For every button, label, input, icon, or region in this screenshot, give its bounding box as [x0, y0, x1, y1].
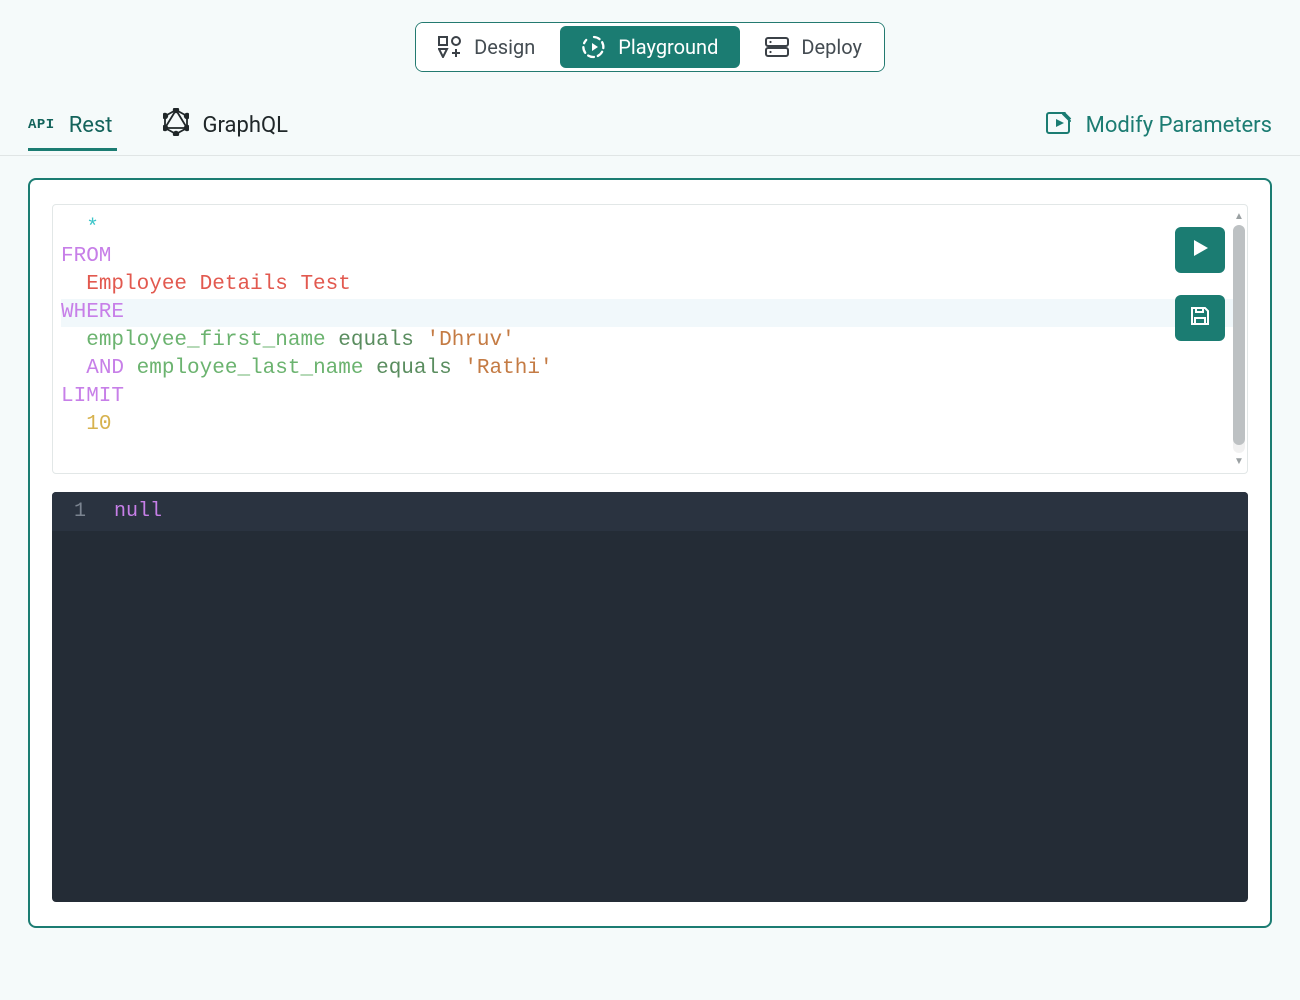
- token-from: FROM: [61, 245, 111, 268]
- tab-playground[interactable]: Playground: [560, 26, 740, 68]
- token-table: Employee Details Test: [86, 273, 351, 296]
- api-tabs: API Rest GraphQL: [28, 102, 288, 155]
- token-val2: 'Rathi': [464, 357, 552, 380]
- query-code: * FROM Employee Details Test WHERE emplo…: [57, 215, 1237, 439]
- scrollbar-thumb[interactable]: [1233, 225, 1245, 445]
- token-and: AND: [86, 357, 124, 380]
- token-op2: equals: [376, 357, 452, 380]
- output-panel: 1 null: [52, 492, 1248, 902]
- run-button[interactable]: [1175, 227, 1225, 273]
- mode-tabs: Design Playground Deploy: [0, 0, 1300, 102]
- modify-parameters-button[interactable]: Modify Parameters: [1046, 111, 1272, 147]
- edit-params-icon: [1046, 111, 1072, 141]
- play-icon: [1190, 238, 1210, 262]
- token-col2: employee_last_name: [137, 357, 364, 380]
- query-editor[interactable]: * FROM Employee Details Test WHERE emplo…: [52, 204, 1248, 474]
- tab-rest[interactable]: API Rest: [28, 107, 113, 151]
- token-limitval: 10: [86, 413, 111, 436]
- shapes-icon: [438, 36, 462, 58]
- tab-design-label: Design: [474, 35, 535, 59]
- playground-panel: * FROM Employee Details Test WHERE emplo…: [28, 178, 1272, 928]
- tab-graphql[interactable]: GraphQL: [163, 102, 288, 155]
- token-star: *: [86, 217, 99, 240]
- token-limit: LIMIT: [61, 385, 124, 408]
- output-line: 1 null: [52, 492, 1248, 531]
- token-col1: employee_first_name: [86, 329, 325, 352]
- api-tabs-row: API Rest GraphQL: [0, 102, 1300, 156]
- modify-parameters-label: Modify Parameters: [1086, 113, 1272, 138]
- tab-rest-label: Rest: [69, 113, 113, 138]
- editor-action-buttons: [1175, 227, 1225, 341]
- editor-scrollbar[interactable]: ▲ ▼: [1233, 211, 1245, 467]
- token-op1: equals: [338, 329, 414, 352]
- scroll-down-icon[interactable]: ▼: [1234, 456, 1244, 467]
- tab-playground-label: Playground: [618, 35, 718, 59]
- mode-tabs-group: Design Playground Deploy: [415, 22, 885, 72]
- token-where: WHERE: [61, 301, 124, 324]
- tab-deploy[interactable]: Deploy: [743, 23, 884, 71]
- output-value: null: [100, 500, 162, 523]
- tab-design[interactable]: Design: [416, 23, 557, 71]
- server-icon: [765, 36, 789, 58]
- query-editor-content[interactable]: * FROM Employee Details Test WHERE emplo…: [53, 205, 1247, 473]
- tab-deploy-label: Deploy: [801, 35, 862, 59]
- playground-panel-wrap: * FROM Employee Details Test WHERE emplo…: [0, 156, 1300, 950]
- save-button[interactable]: [1175, 295, 1225, 341]
- tab-graphql-label: GraphQL: [203, 113, 288, 138]
- output-line-number: 1: [52, 500, 100, 523]
- api-badge-icon: API: [28, 117, 55, 133]
- loading-play-icon: [582, 35, 606, 59]
- save-icon: [1189, 305, 1211, 331]
- graphql-icon: [163, 108, 189, 142]
- scroll-up-icon[interactable]: ▲: [1234, 211, 1244, 222]
- token-val1: 'Dhruv': [427, 329, 515, 352]
